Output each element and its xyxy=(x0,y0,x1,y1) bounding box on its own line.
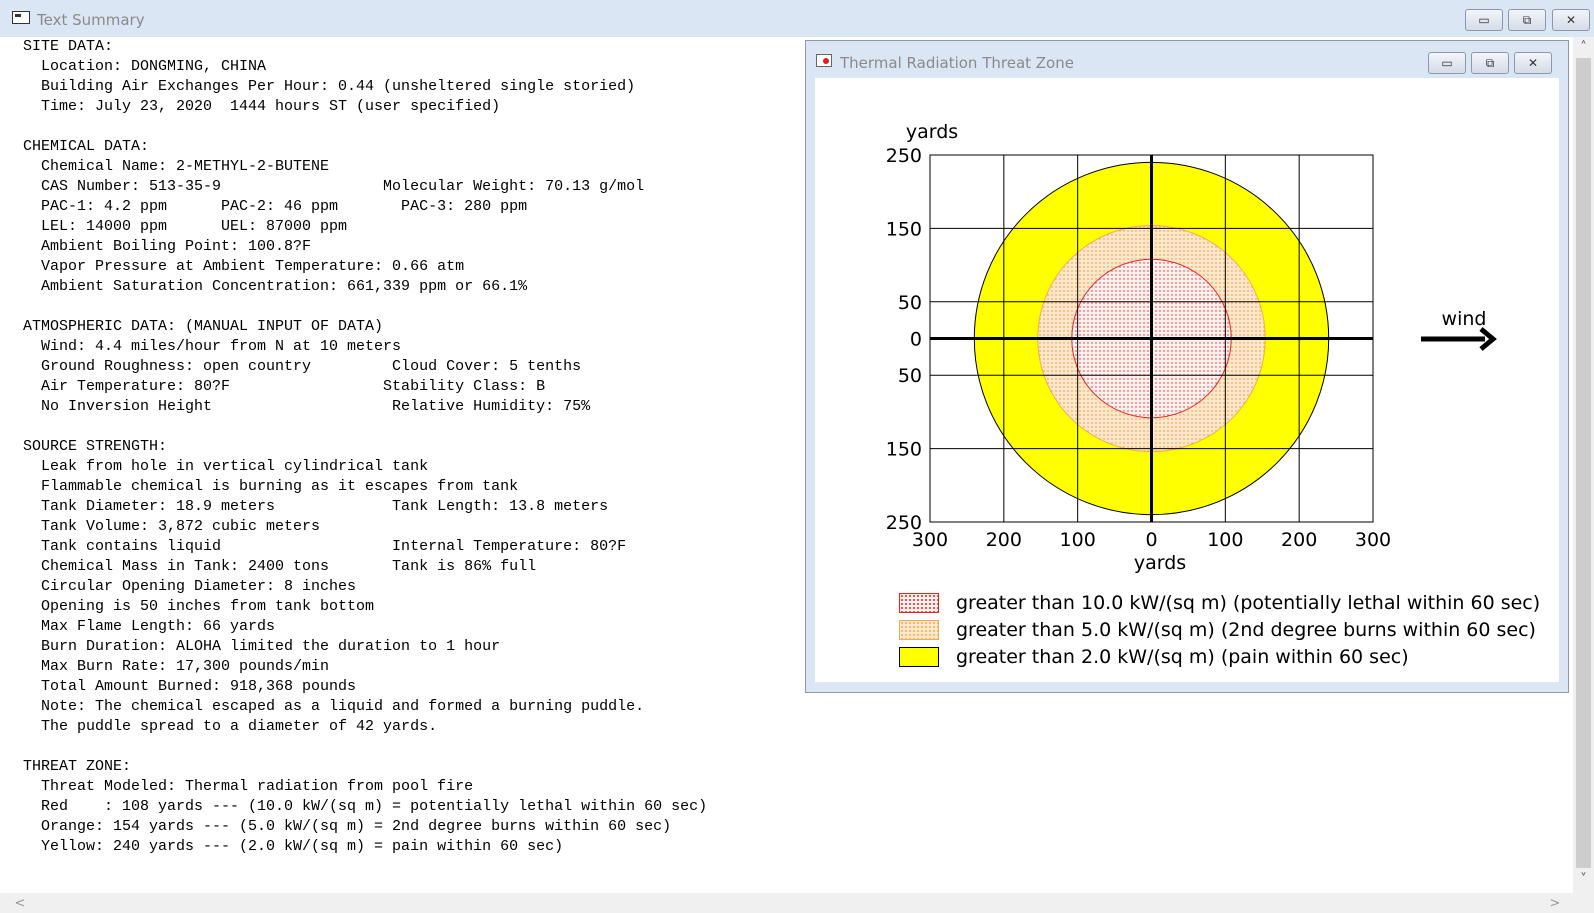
y-tick-label: 50 xyxy=(898,292,922,314)
summary-line: SITE DATA: xyxy=(23,38,114,55)
summary-line: Chemical Mass in Tank: 2400 tons Tank is… xyxy=(23,558,537,575)
threat-zone-maximize-button[interactable]: ⧉ xyxy=(1471,52,1509,74)
horizontal-scrollbar[interactable]: < > xyxy=(0,893,1573,913)
legend-swatch xyxy=(899,593,939,613)
threat-zone-close-button[interactable]: ✕ xyxy=(1514,52,1552,74)
summary-line: Tank contains liquid Internal Temperatur… xyxy=(23,538,627,555)
summary-line: Ground Roughness: open country Cloud Cov… xyxy=(23,358,582,375)
x-tick-label: 300 xyxy=(1355,529,1391,551)
summary-line: Opening is 50 inches from tank bottom xyxy=(23,598,375,615)
summary-line: Max Flame Length: 66 yards xyxy=(23,618,276,635)
summary-line: Max Burn Rate: 17,300 pounds/min xyxy=(23,658,330,675)
summary-line: Yellow: 240 yards --- (2.0 kW/(sq m) = p… xyxy=(23,838,564,855)
x-tick-label: 200 xyxy=(1281,529,1317,551)
threat-zone-plot-area: 250 150 50 0 50 150 250 300 200 100 0 100 200 300 yard… xyxy=(815,78,1559,682)
summary-line: ATMOSPHERIC DATA: (MANUAL INPUT OF DATA) xyxy=(23,318,384,335)
x-axis-title: yards xyxy=(1134,552,1186,574)
legend-swatch xyxy=(899,647,939,667)
scroll-right-icon[interactable]: > xyxy=(1545,893,1565,913)
summary-line xyxy=(23,117,793,137)
summary-line: Location: DONGMING, CHINA xyxy=(23,58,267,75)
threat-zone-app-icon[interactable] xyxy=(816,54,832,67)
summary-line: Threat Modeled: Thermal radiation from p… xyxy=(23,778,474,795)
summary-line: Wind: 4.4 miles/hour from N at 10 meters xyxy=(23,338,402,355)
summary-line: Tank Volume: 3,872 cubic meters xyxy=(23,518,321,535)
summary-line: Note: The chemical escaped as a liquid a… xyxy=(23,698,645,715)
threat-zone-title-bar[interactable]: Thermal Radiation Threat Zone ▭ ⧉ ✕ xyxy=(806,41,1568,77)
summary-line: LEL: 14000 ppm UEL: 87000 ppm xyxy=(23,218,348,235)
x-tick-label: 300 xyxy=(912,529,948,551)
summary-line: Tank Diameter: 18.9 meters Tank Length: … xyxy=(23,498,609,515)
summary-line: CAS Number: 513-35-9 Molecular Weight: 7… xyxy=(23,178,645,195)
vertical-scrollbar[interactable]: ˄ ˅ xyxy=(1573,37,1594,913)
legend-label: greater than 10.0 kW/(sq m) (potentially… xyxy=(956,592,1541,614)
y-tick-label: 150 xyxy=(886,439,922,461)
scroll-up-icon[interactable]: ˄ xyxy=(1573,37,1594,57)
summary-line xyxy=(23,297,793,317)
window-title: Text Summary xyxy=(37,11,145,29)
y-axis-title: yards xyxy=(906,121,958,143)
summary-line: Building Air Exchanges Per Hour: 0.44 (u… xyxy=(23,78,636,95)
summary-line: The puddle spread to a diameter of 42 ya… xyxy=(23,718,438,735)
scroll-thumb[interactable] xyxy=(1576,58,1591,868)
summary-line: No Inversion Height Relative Humidity: 7… xyxy=(23,398,591,415)
summary-line: Red : 108 yards --- (10.0 kW/(sq m) = po… xyxy=(23,798,708,815)
scroll-down-icon[interactable]: ˅ xyxy=(1573,869,1594,889)
y-tick-label: 50 xyxy=(898,365,922,387)
legend-label: greater than 2.0 kW/(sq m) (pain within … xyxy=(956,646,1409,668)
summary-line: CHEMICAL DATA: xyxy=(23,138,150,155)
legend-swatch xyxy=(899,620,939,640)
summary-line: Air Temperature: 80?F Stability Class: B xyxy=(23,378,546,395)
minimize-button[interactable]: ▭ xyxy=(1465,9,1503,31)
summary-line: PAC-1: 4.2 ppm PAC-2: 46 ppm PAC-3: 280 … xyxy=(23,198,528,215)
summary-line: Time: July 23, 2020 1444 hours ST (user … xyxy=(23,98,501,115)
app-icon[interactable] xyxy=(12,11,30,24)
summary-line: SOURCE STRENGTH: xyxy=(23,438,168,455)
summary-line: Total Amount Burned: 918,368 pounds xyxy=(23,678,357,695)
summary-line: Ambient Saturation Concentration: 661,33… xyxy=(23,278,528,295)
summary-line xyxy=(23,737,793,757)
summary-line: Chemical Name: 2-METHYL-2-BUTENE xyxy=(23,158,330,175)
x-tick-label: 0 xyxy=(1145,529,1157,551)
summary-line: Burn Duration: ALOHA limited the duratio… xyxy=(23,638,501,655)
threat-zone-window[interactable]: Thermal Radiation Threat Zone ▭ ⧉ ✕ 250 1… xyxy=(805,40,1569,693)
threat-zone-title: Thermal Radiation Threat Zone xyxy=(840,54,1074,72)
summary-line: Vapor Pressure at Ambient Temperature: 0… xyxy=(23,258,465,275)
x-tick-label: 200 xyxy=(986,529,1022,551)
summary-line: THREAT ZONE: xyxy=(23,758,132,775)
text-summary: SITE DATA: Location: DONGMING, CHINA Bui… xyxy=(23,37,793,857)
x-tick-label: 100 xyxy=(1207,529,1243,551)
summary-line: Circular Opening Diameter: 8 inches xyxy=(23,578,357,595)
scroll-left-icon[interactable]: < xyxy=(10,893,30,913)
summary-line: Ambient Boiling Point: 100.8?F xyxy=(23,238,312,255)
summary-line: Orange: 154 yards --- (5.0 kW/(sq m) = 2… xyxy=(23,818,672,835)
y-tick-label: 250 xyxy=(886,145,922,167)
summary-line: Leak from hole in vertical cylindrical t… xyxy=(23,458,429,475)
close-button[interactable]: ✕ xyxy=(1552,9,1590,31)
main-title-bar[interactable]: Text Summary ▭ ⧉ ✕ xyxy=(0,0,1594,37)
summary-line xyxy=(23,417,793,437)
y-tick-label: 0 xyxy=(910,329,922,351)
y-tick-label: 150 xyxy=(886,218,922,240)
summary-line: Flammable chemical is burning as it esca… xyxy=(23,478,519,495)
wind-label: wind xyxy=(1442,308,1487,330)
maximize-button[interactable]: ⧉ xyxy=(1508,9,1546,31)
x-tick-label: 100 xyxy=(1060,529,1096,551)
threat-zone-minimize-button[interactable]: ▭ xyxy=(1428,52,1466,74)
threat-zone-chart: 25015050050150250300 200 100 0 100 200 300yard… xyxy=(886,121,1497,574)
legend-label: greater than 5.0 kW/(sq m) (2nd degree b… xyxy=(956,619,1536,641)
